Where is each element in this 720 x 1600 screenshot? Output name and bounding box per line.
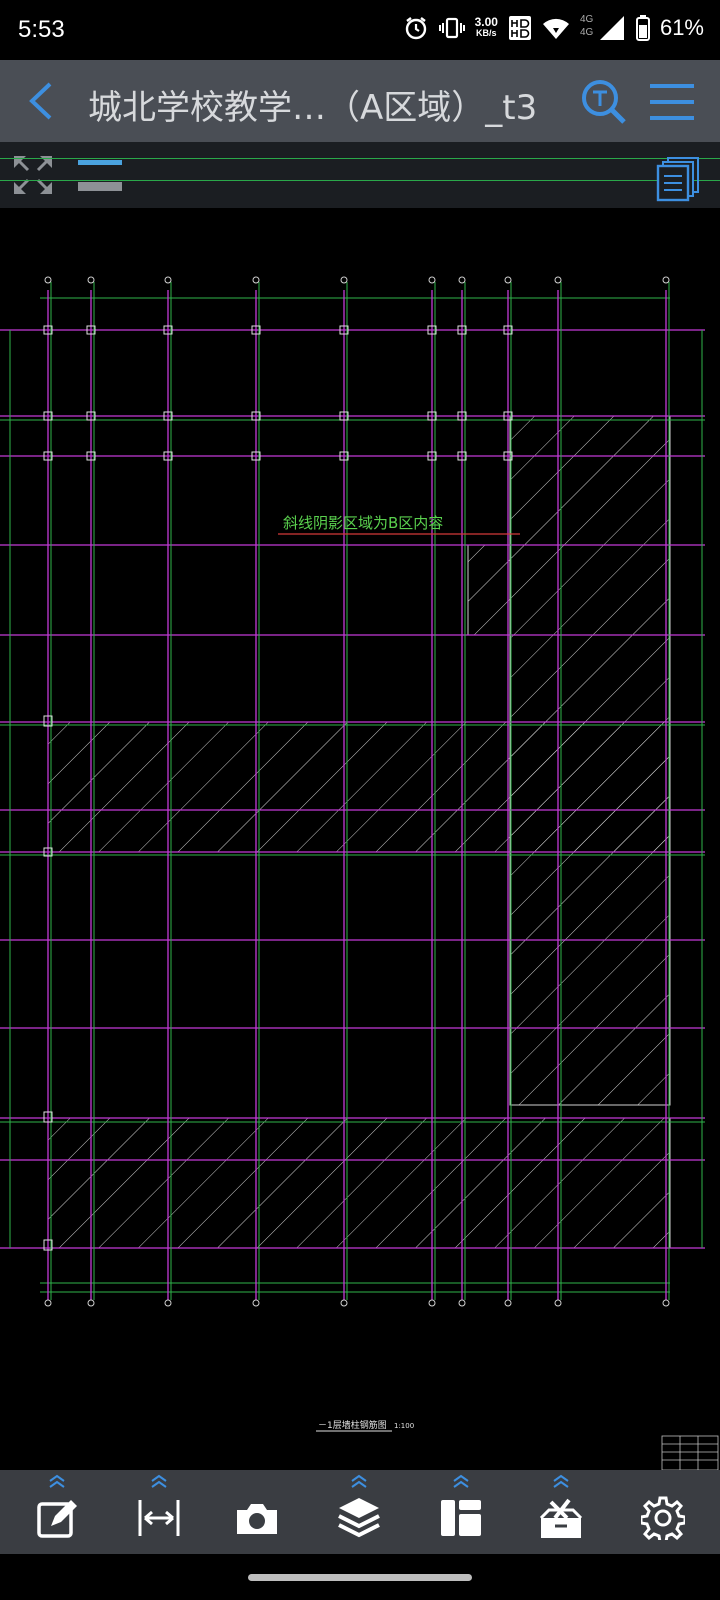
camera-icon[interactable] bbox=[232, 1496, 282, 1540]
status-icons: 3.00 KB/s 4G 4G 61% bbox=[403, 14, 704, 42]
net-speed-unit: KB/s bbox=[476, 28, 497, 38]
measure-icon[interactable] bbox=[130, 1496, 188, 1540]
layout-button[interactable] bbox=[426, 1470, 496, 1554]
chevron-up-icon[interactable] bbox=[47, 1474, 67, 1488]
edit-icon[interactable] bbox=[35, 1496, 79, 1540]
measure-button[interactable] bbox=[124, 1470, 194, 1554]
signal-strength: 4G 4G bbox=[580, 14, 626, 42]
drawing-title: 城北学校教学…（A区域）_t3 bbox=[88, 88, 538, 128]
net-speed: 3.00 KB/s bbox=[474, 15, 498, 39]
settings-button[interactable] bbox=[628, 1470, 698, 1554]
bottom-toolbar bbox=[0, 1470, 720, 1554]
text-search-icon[interactable] bbox=[580, 78, 628, 126]
hd-signal-icon bbox=[508, 16, 531, 40]
signal-label-1: 4G bbox=[579, 14, 594, 25]
chevron-up-icon[interactable] bbox=[149, 1474, 169, 1488]
layout-icon[interactable] bbox=[439, 1496, 483, 1540]
battery-icon bbox=[635, 15, 650, 41]
status-time: 5:53 bbox=[18, 16, 65, 43]
status-bar: 5:53 3.00 KB/s 4G 4G 61% bbox=[0, 0, 720, 60]
grid-line bbox=[0, 158, 720, 159]
gesture-bar[interactable] bbox=[248, 1574, 472, 1581]
screenshot-button[interactable] bbox=[222, 1470, 292, 1554]
layers-button[interactable] bbox=[324, 1470, 394, 1554]
fullscreen-icon[interactable] bbox=[12, 154, 54, 196]
hatched-b-zone bbox=[47, 415, 671, 1249]
net-speed-value: 3.00 bbox=[474, 15, 498, 29]
layer-indicator-inactive[interactable] bbox=[78, 182, 122, 191]
layers-icon[interactable] bbox=[337, 1496, 381, 1540]
chevron-up-icon[interactable] bbox=[551, 1474, 571, 1488]
menu-icon[interactable] bbox=[648, 82, 696, 122]
battery-percent: 61% bbox=[659, 15, 704, 40]
back-arrow-icon[interactable] bbox=[22, 78, 62, 124]
cad-drawing[interactable]: 斜线阴影区域为B区内容 －1层墙柱钢筋图 1:100 bbox=[0, 208, 720, 1471]
drawing-footer-scale: 1:100 bbox=[394, 1422, 414, 1430]
settings-icon[interactable] bbox=[641, 1496, 685, 1540]
signal-label-2: 4G bbox=[579, 27, 594, 38]
tools-button[interactable] bbox=[526, 1470, 596, 1554]
annotate-button[interactable] bbox=[22, 1470, 92, 1554]
signal-bars-icon bbox=[599, 16, 624, 40]
chevron-up-icon[interactable] bbox=[349, 1474, 369, 1488]
app-bar: 城北学校教学…（A区域）_t3 bbox=[0, 60, 720, 142]
chevron-up-icon[interactable] bbox=[451, 1474, 471, 1488]
drawing-footer-title: －1层墙柱钢筋图 bbox=[318, 1419, 387, 1431]
view-toolbar bbox=[0, 142, 720, 208]
grid-line bbox=[0, 180, 720, 181]
vibrate-icon bbox=[438, 17, 465, 39]
toolbox-icon[interactable] bbox=[539, 1496, 583, 1540]
alarm-icon bbox=[405, 17, 426, 40]
layer-indicator-active[interactable] bbox=[78, 160, 122, 165]
drawing-canvas[interactable]: 斜线阴影区域为B区内容 －1层墙柱钢筋图 1:100 bbox=[0, 208, 720, 1471]
sheets-icon[interactable] bbox=[656, 156, 700, 202]
annotation-text: 斜线阴影区域为B区内容 bbox=[283, 514, 443, 532]
legend-table bbox=[661, 1435, 719, 1471]
wifi-icon bbox=[542, 18, 569, 39]
